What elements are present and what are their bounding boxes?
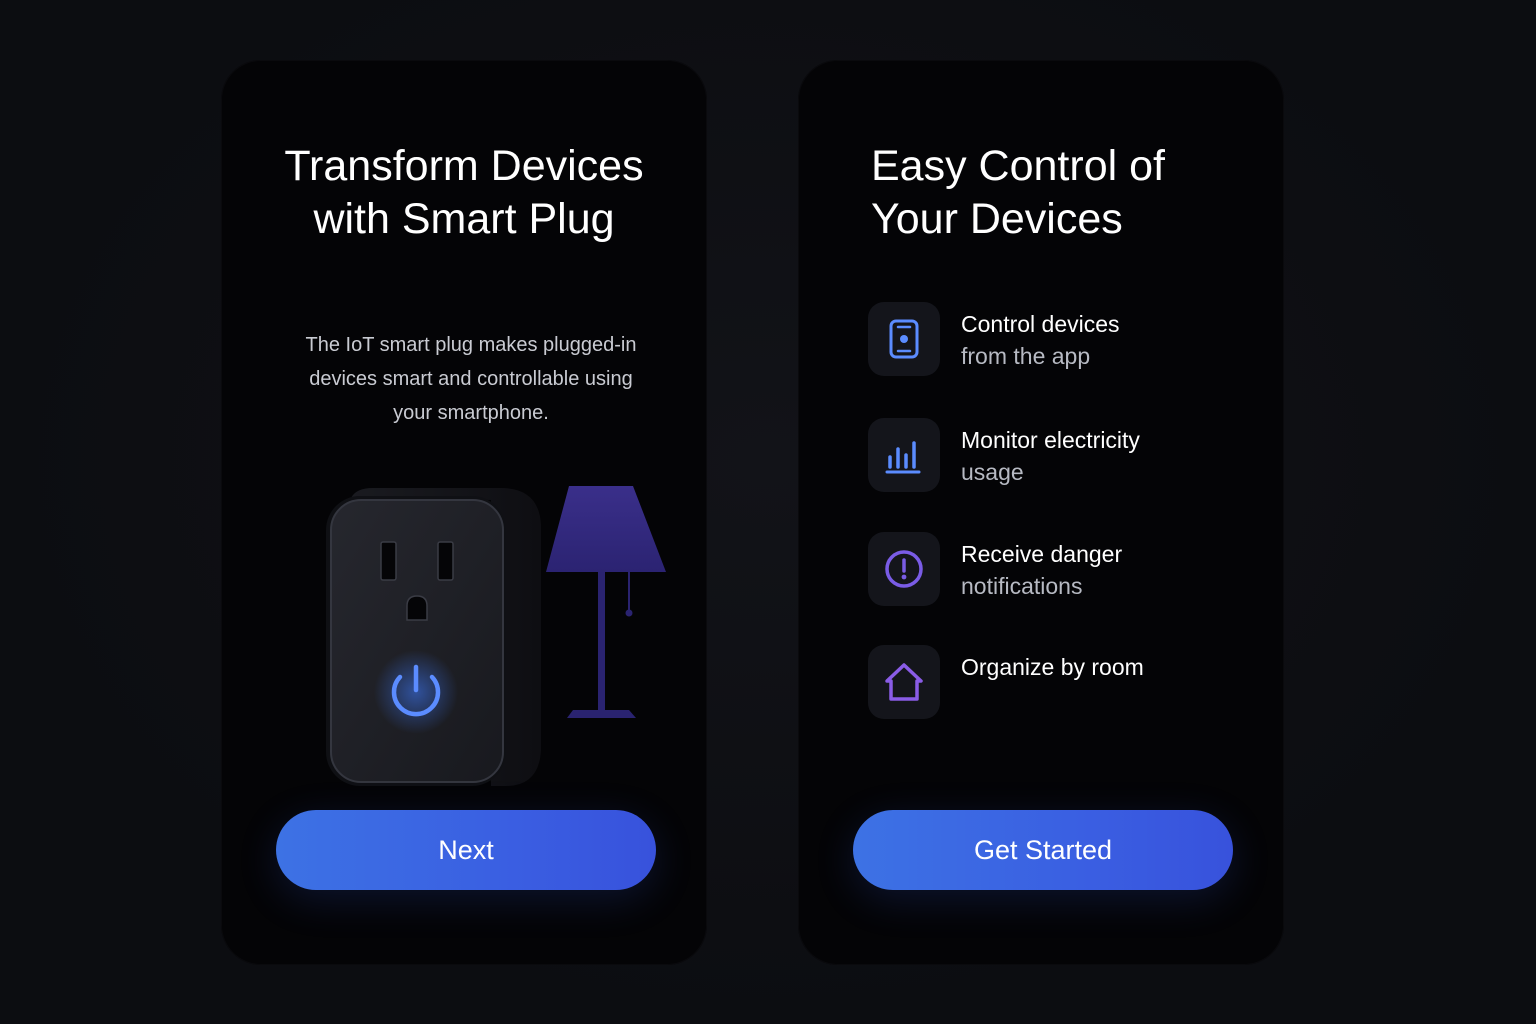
title-line: Easy Control of: [871, 142, 1165, 190]
feature-subtitle: notifications: [961, 573, 1083, 599]
onboarding-card-smart-plug: Transform Devices with Smart Plug The Io…: [221, 60, 707, 965]
floor-lamp-icon: [546, 486, 666, 718]
description-line: The IoT smart plug makes plugged-in: [305, 334, 637, 356]
feature-subtitle: usage: [961, 459, 1024, 485]
feature-icon-tile: [868, 418, 940, 492]
next-button[interactable]: Next: [276, 810, 656, 890]
onboarding-card-features: Easy Control of Your Devices Control dev…: [798, 60, 1284, 965]
feature-icon-tile: [868, 645, 940, 719]
feature-text: Control devices from the app: [961, 308, 1251, 372]
alert-circle-icon: [885, 550, 923, 588]
feature-title: Organize by room: [961, 654, 1144, 680]
feature-title: Receive danger: [961, 541, 1123, 567]
feature-item-alerts: Receive danger notifications: [868, 532, 1248, 608]
feature-item-monitor: Monitor electricity usage: [868, 418, 1248, 494]
page-title: Easy Control of Your Devices: [871, 140, 1271, 246]
description: The IoT smart plug makes plugged-in devi…: [271, 328, 671, 430]
page-title: Transform Devices with Smart Plug: [221, 140, 707, 246]
smart-plug-icon: [326, 488, 541, 786]
feature-item-control: Control devices from the app: [868, 302, 1248, 378]
feature-title: Monitor electricity: [961, 427, 1140, 453]
feature-icon-tile: [868, 302, 940, 376]
feature-text: Monitor electricity usage: [961, 424, 1251, 488]
feature-subtitle: from the app: [961, 343, 1091, 369]
title-line: Transform Devices: [284, 142, 644, 190]
feature-title: Control devices: [961, 311, 1120, 337]
get-started-button[interactable]: Get Started: [853, 810, 1233, 890]
smart-plug-illustration: [311, 420, 681, 810]
smartphone-icon: [889, 319, 919, 359]
feature-text: Receive danger notifications: [961, 538, 1251, 602]
feature-item-rooms: Organize by room: [868, 645, 1248, 721]
title-line: Your Devices: [871, 195, 1123, 243]
description-line: devices smart and controllable using: [309, 368, 633, 390]
bar-chart-icon: [885, 441, 921, 474]
title-line: with Smart Plug: [313, 195, 615, 243]
feature-text: Organize by room: [961, 651, 1251, 683]
home-icon: [885, 663, 923, 701]
feature-icon-tile: [868, 532, 940, 606]
onboarding-screens: Transform Devices with Smart Plug The Io…: [0, 0, 1536, 1024]
